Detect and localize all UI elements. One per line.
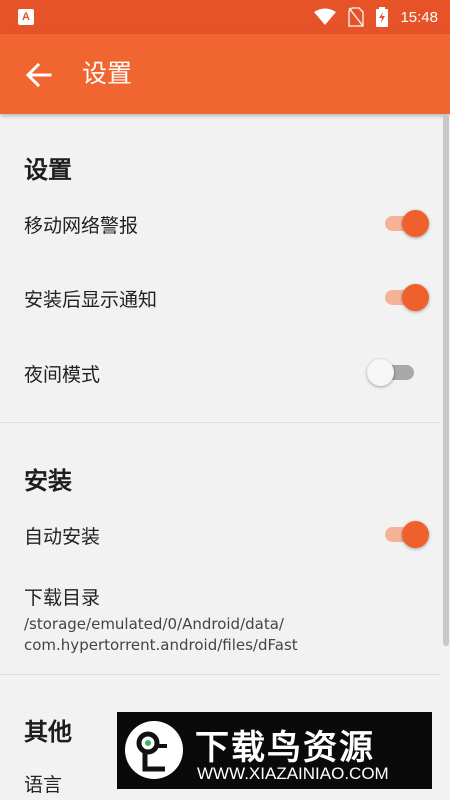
watermark-banner: 下载鸟资源 WWW.XIAZAINIAO.COM: [117, 712, 432, 789]
system-icons: 15:48: [314, 0, 438, 34]
arrow-left-icon: [25, 62, 52, 88]
section-title-install: 安装: [24, 467, 72, 495]
watermark-url: WWW.XIAZAINIAO.COM: [197, 764, 389, 783]
scrollbar[interactable]: [443, 114, 449, 646]
toggle-thumb: [367, 359, 394, 386]
divider: [0, 422, 440, 423]
settings-list: 设置 移动网络警报 安装后显示通知 夜间模式 安装 自动安装 下载目录 /sto…: [0, 114, 450, 800]
toggle-thumb: [402, 210, 429, 237]
divider: [0, 674, 440, 675]
setting-label-night-mode[interactable]: 夜间模式: [24, 360, 100, 387]
back-button[interactable]: [24, 60, 54, 90]
toggle-show-notification[interactable]: [383, 284, 429, 311]
setting-label-download-dir[interactable]: 下载目录: [24, 583, 100, 610]
status-bar: A 15:48: [0, 0, 450, 34]
setting-label-auto-install[interactable]: 自动安装: [24, 522, 100, 549]
section-title-settings: 设置: [24, 156, 72, 184]
toggle-auto-install[interactable]: [383, 521, 429, 548]
toggle-mobile-network-alert[interactable]: [383, 210, 429, 237]
toggle-thumb: [402, 284, 429, 311]
wifi-icon: [314, 8, 337, 25]
app-bar: 设置: [0, 34, 450, 114]
download-dir-path-line2: com.hypertorrent.android/files/dFast: [24, 636, 298, 654]
toggle-night-mode[interactable]: [367, 359, 414, 386]
setting-label-mobile-network-alert[interactable]: 移动网络警报: [24, 211, 138, 238]
setting-label-language[interactable]: 语言: [24, 770, 62, 797]
page-title: 设置: [82, 59, 133, 88]
battery-charging-icon: [376, 7, 389, 27]
download-dir-path-line1: /storage/emulated/0/Android/data/: [24, 615, 284, 633]
no-sim-icon: [348, 7, 365, 27]
section-title-other: 其他: [24, 718, 72, 746]
clock: 15:48: [400, 8, 438, 26]
app-notification-icon: A: [18, 9, 34, 25]
bird-logo-icon: [125, 721, 183, 779]
setting-label-show-notification[interactable]: 安装后显示通知: [24, 285, 157, 312]
toggle-thumb: [402, 521, 429, 548]
watermark-title: 下载鸟资源: [195, 728, 375, 768]
